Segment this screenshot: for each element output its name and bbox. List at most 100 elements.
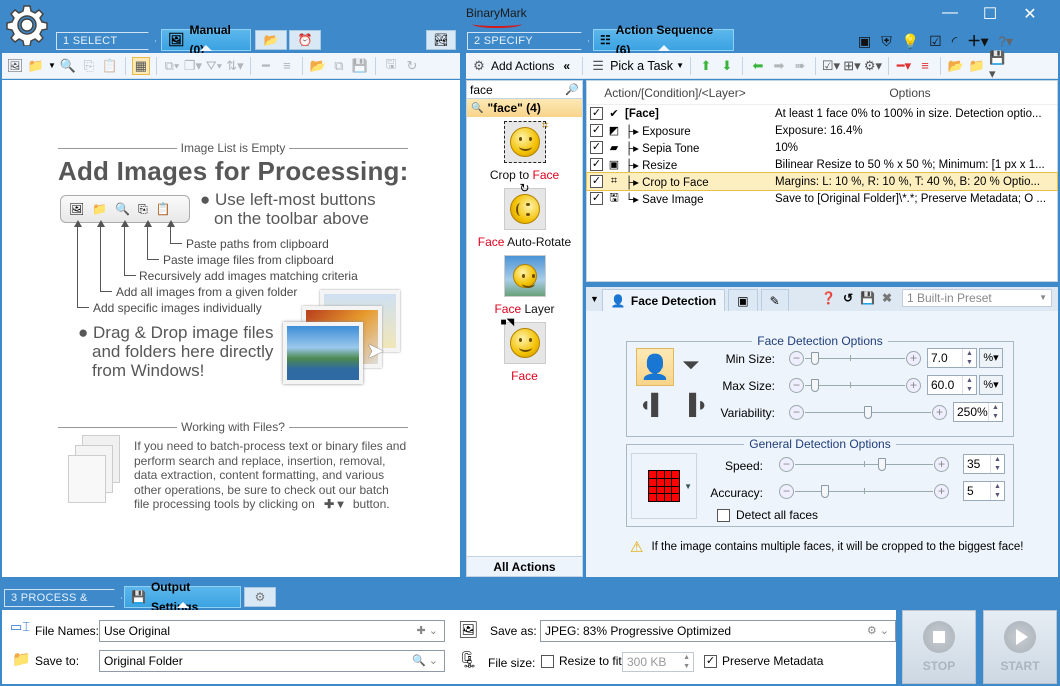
app-settings-gear-icon[interactable] [6,4,48,46]
accuracy-slider[interactable]: − + [779,484,949,500]
decrease-icon[interactable]: − [779,457,794,472]
add-actions-button[interactable]: Add Actions [491,59,554,73]
sequence-row[interactable]: ✓ ▰ ├▸ Sepia Tone 10% [587,139,1057,156]
max-size-slider[interactable]: − + [789,378,921,394]
sequence-row[interactable]: ✓ ⌗ ├▸ Crop to Face Margins: L: 10 %, R: 10… [586,172,1058,191]
add-action-settings-button[interactable]: ⚙▾ [864,57,882,75]
row-checkbox[interactable]: ✓ [590,141,603,154]
action-face-condition[interactable]: ■◥ Face [467,317,582,383]
variability-input[interactable]: 250% ▲ ▼ [953,402,1003,422]
max-size-input[interactable]: 60.0 ▲ ▼ [927,375,977,395]
reset-icon[interactable]: ↺ [843,291,853,305]
row-checkbox[interactable]: ✓ [590,107,603,120]
column-action[interactable]: Action/[Condition]/<Layer> [587,86,763,100]
add-images-button[interactable]: 🖼 [6,57,24,75]
increase-icon[interactable]: + [934,484,949,499]
stop-button[interactable]: STOP [902,610,976,684]
chevron-down-icon[interactable]: ▼ [48,61,56,70]
decrease-icon[interactable]: − [779,484,794,499]
wifi-icon[interactable]: ◜ [952,33,957,50]
collapse-panel-button[interactable]: « [563,59,570,73]
action-search-input[interactable]: face 🔎 [467,81,582,99]
speed-input[interactable]: 35 ▲ ▼ [963,454,1005,474]
remove-button[interactable]: ━ [257,57,275,75]
open-sequence-button[interactable]: 📂 [947,57,965,75]
action-face-auto-rotate[interactable]: ↻ Face Auto-Rotate [467,181,582,249]
increase-icon[interactable]: + [932,405,947,420]
tab-layer[interactable]: ▣ [728,289,758,311]
image-list-panel[interactable]: Image List is Empty Add Images for Proce… [2,80,460,577]
clear-actions-button[interactable]: ≡ [916,57,934,75]
delete-preset-icon[interactable]: ✖ [882,291,892,305]
help-icon[interactable]: ❓ [821,291,836,305]
view-thumbnails-button[interactable]: ▦ [131,56,150,75]
filter-button[interactable]: ⛛▾ [205,57,223,75]
refresh-button[interactable]: ↻ [403,57,421,75]
increase-icon[interactable]: + [906,351,921,366]
tab-scheduled-mode[interactable]: ⏰ [289,30,321,50]
tab-folder-mode[interactable]: 📂 [255,30,287,50]
action-crop-to-face[interactable]: ⌗ Crop to Face [467,118,582,182]
row-checkbox[interactable]: ✓ [590,158,603,171]
add-folder-button[interactable]: 📁 [27,57,45,75]
save-to-input[interactable]: Original Folder 🔍 ⌄ [99,650,445,672]
clear-button[interactable]: ≡ [278,57,296,75]
increase-icon[interactable]: + [934,457,949,472]
all-actions-button[interactable]: All Actions [467,556,582,576]
decrease-icon[interactable]: − [789,378,804,393]
min-size-unit[interactable]: %▾ [979,348,1003,368]
close-button[interactable]: ✕ [1010,4,1050,24]
search-options-icon[interactable]: 🔎 [565,83,579,96]
append-sequence-button[interactable]: 📁 [968,57,986,75]
slider-thumb[interactable] [864,406,872,419]
paste-images-button[interactable]: ⎘ [80,57,98,75]
help-icon[interactable]: ?▾ [998,33,1013,50]
slider-thumb[interactable] [821,485,829,498]
minimize-button[interactable]: — [930,4,970,22]
tab-face-detection[interactable]: 👤 Face Detection [601,289,726,311]
slider-thumb[interactable] [878,458,887,471]
row-checkbox[interactable]: ✓ [590,192,603,205]
slider-thumb[interactable] [811,379,820,392]
save-list-button[interactable]: 💾 [351,57,369,75]
image-options-button[interactable]: ⧉▾ [163,57,181,75]
variability-slider[interactable]: − + [789,405,947,421]
accuracy-input[interactable]: 5 ▲ ▼ [963,481,1005,501]
add-layer-button[interactable]: ⊞▾ [843,57,861,75]
remove-action-button[interactable]: ━▾ [895,57,913,75]
right-profile-button[interactable]: ▐◗ [682,394,708,417]
maximize-button[interactable]: ☐ [970,4,1010,24]
column-options[interactable]: Options [763,86,1057,100]
top-face-button[interactable]: ⏷ [682,352,700,378]
console-icon[interactable]: ▣ [858,33,871,50]
speed-slider[interactable]: − + [779,457,949,473]
move-up-button[interactable]: ⬆ [697,57,715,75]
save-preset-icon[interactable]: 💾 [860,291,875,305]
tab-notes[interactable]: ✎ [760,289,789,311]
paste-paths-button[interactable]: 📋 [101,57,119,75]
frontal-face-button[interactable]: 👤 [636,348,674,386]
sequence-row[interactable]: ✓ 🖫 └▸ Save Image Save to [Original Folder]… [587,190,1057,207]
move-down-button[interactable]: ⬇ [718,57,736,75]
left-profile-button[interactable]: ◖▌ [639,394,665,417]
add-token-icon[interactable]: ✚ ⌄ [417,621,439,641]
browse-icon[interactable]: 🔍 ⌄ [412,651,438,671]
sequence-row[interactable]: ✓ ✔ [Face] At least 1 face 0% to 100% in si… [587,105,1057,122]
tab-advanced-settings[interactable]: ⚙ [244,587,276,607]
min-size-slider[interactable]: − + [789,351,921,367]
copy-button[interactable]: ❐▾ [184,57,202,75]
sequence-row[interactable]: ✓ ▣ ├▸ Resize Bilinear Resize to 50 % x 50 … [587,156,1057,173]
indent-more-button[interactable]: ➠ [791,57,809,75]
decrease-icon[interactable]: − [789,405,804,420]
tab-action-sequence[interactable]: ☷ Action Sequence (6) [593,23,734,57]
resize-size-input[interactable]: 300 KB ▲ ▼ [622,652,694,672]
image-preview-button[interactable]: 🏞 [426,30,456,50]
pick-a-task-button[interactable]: Pick a Task [610,59,673,73]
sort-button[interactable]: ⇅▾ [226,57,244,75]
action-face-layer[interactable]: Face Layer [467,255,582,316]
lightbulb-icon[interactable]: 💡 [902,33,919,50]
row-checkbox[interactable]: ✓ [590,124,603,137]
file-names-input[interactable]: Use Original ✚ ⌄ [99,620,445,642]
append-list-button[interactable]: ⧉ [330,57,348,75]
shield-icon[interactable]: ⛨ [881,33,892,50]
